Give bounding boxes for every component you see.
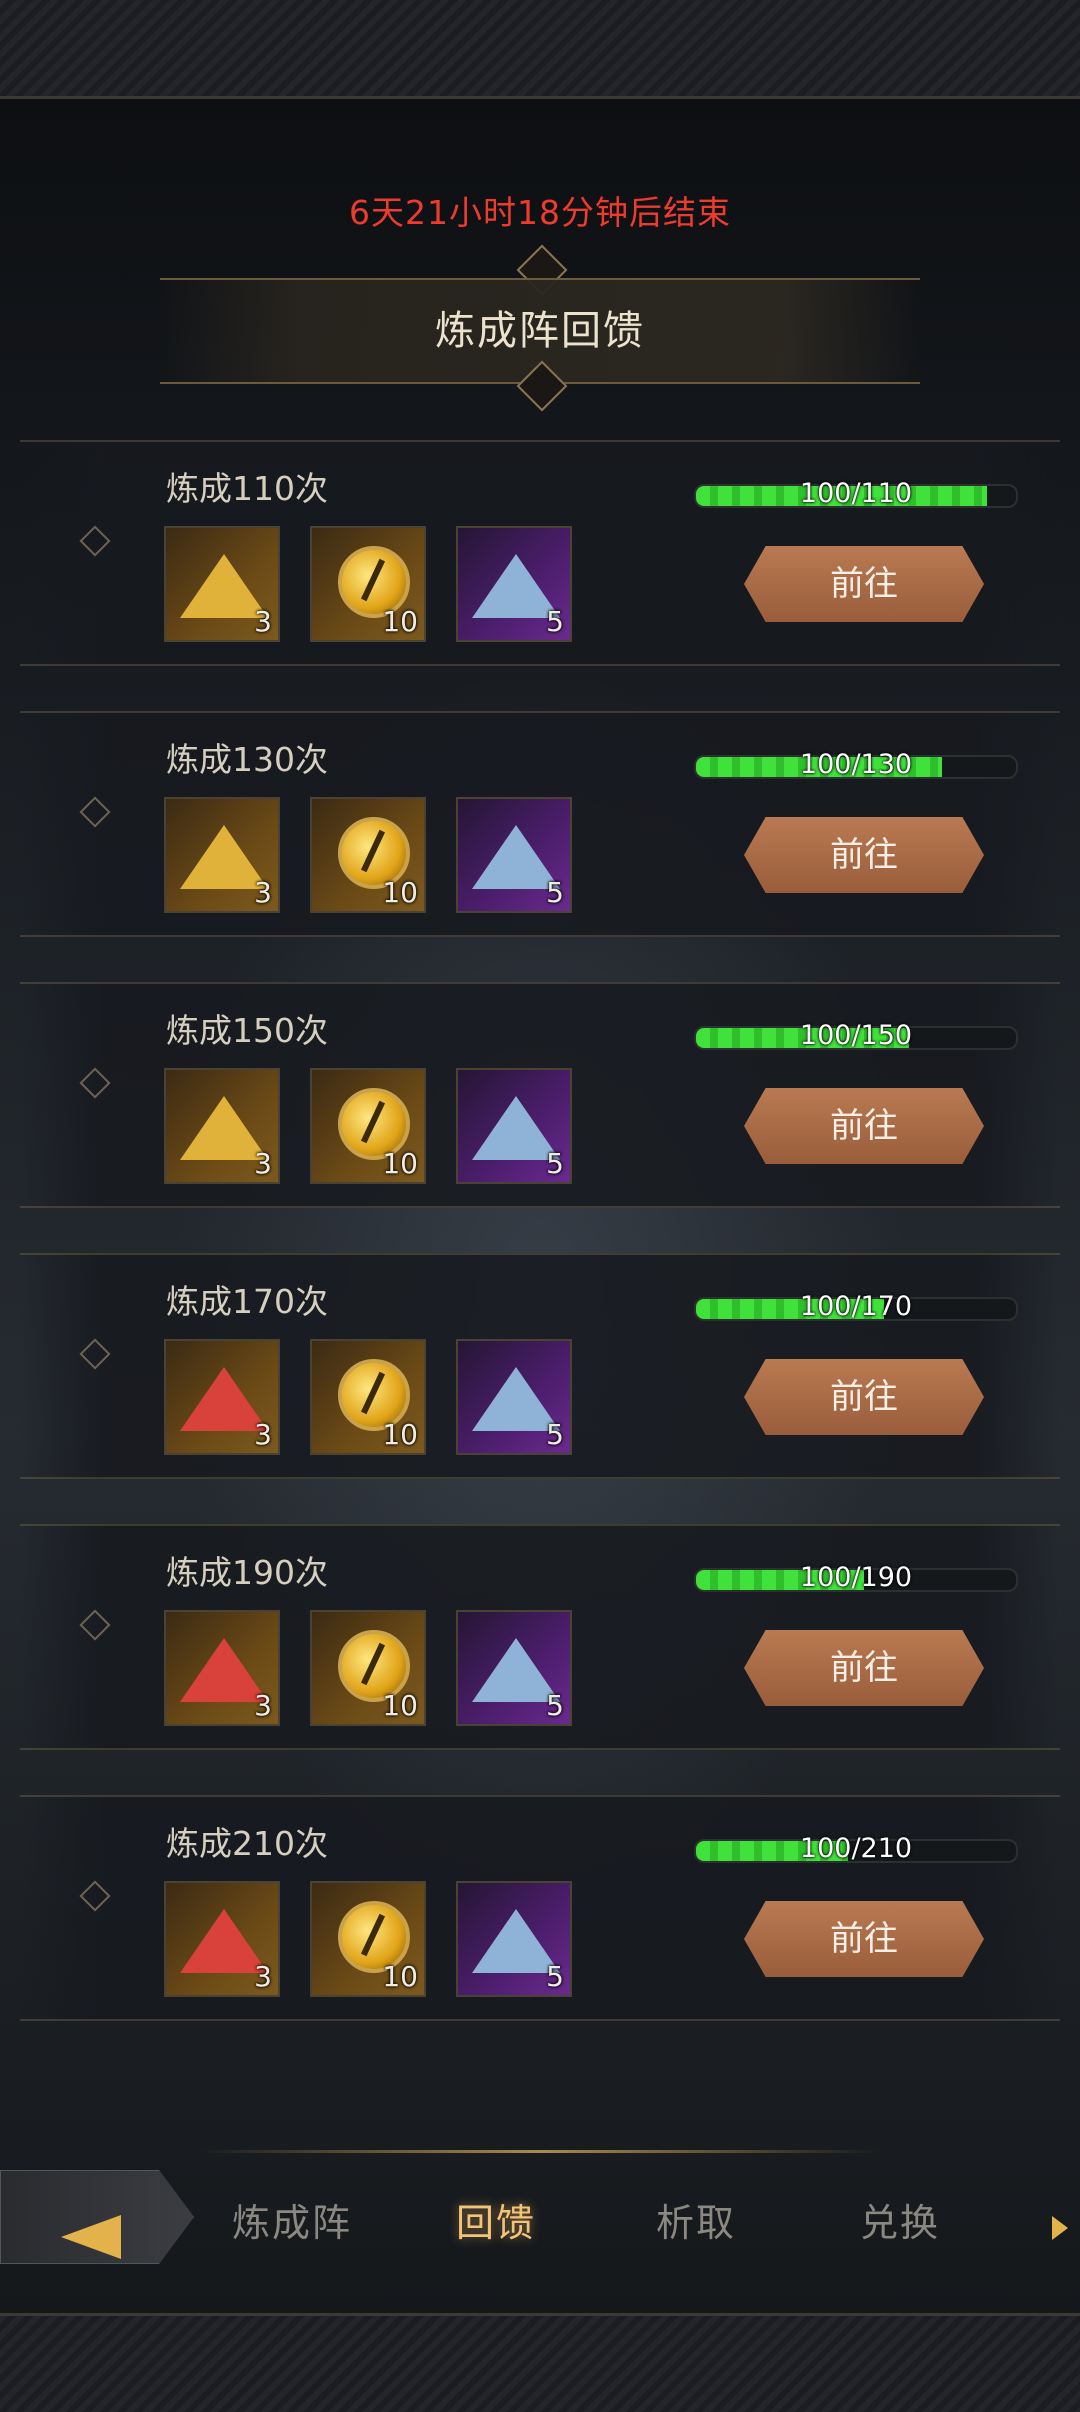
go-button[interactable]: 前往 bbox=[744, 817, 984, 893]
reward-item[interactable]: 5 bbox=[456, 1610, 572, 1726]
reward-item[interactable]: 5 bbox=[456, 1881, 572, 1997]
reward-quantity: 10 bbox=[382, 1960, 418, 1993]
reward-quantity: 10 bbox=[382, 876, 418, 909]
task-title: 炼成110次 bbox=[166, 469, 328, 508]
task-row: 炼成150次 3 10 5 100/150 前往 bbox=[20, 982, 1060, 1208]
reward-item[interactable]: 3 bbox=[164, 1610, 280, 1726]
event-countdown: 6天21小时18分钟后结束 bbox=[349, 193, 731, 232]
reward-item[interactable]: 10 bbox=[310, 797, 426, 913]
tab-feedback[interactable]: 回馈 bbox=[456, 2192, 536, 2247]
task-title: 炼成170次 bbox=[166, 1282, 328, 1321]
reward-item[interactable]: 10 bbox=[310, 1068, 426, 1184]
reward-item[interactable]: 10 bbox=[310, 1339, 426, 1455]
tab-exchange[interactable]: 兑换 bbox=[860, 2192, 940, 2247]
reward-item[interactable]: 10 bbox=[310, 1881, 426, 1997]
reward-item[interactable]: 10 bbox=[310, 1610, 426, 1726]
task-title: 炼成210次 bbox=[166, 1824, 328, 1863]
reward-quantity: 3 bbox=[254, 605, 272, 638]
reward-quantity: 10 bbox=[382, 1689, 418, 1722]
reward-quantity: 3 bbox=[254, 1147, 272, 1180]
tab-refine-array[interactable]: 炼成阵 bbox=[232, 2192, 352, 2247]
reward-quantity: 10 bbox=[382, 1418, 418, 1451]
task-title: 炼成130次 bbox=[166, 740, 328, 779]
go-button[interactable]: 前往 bbox=[744, 1088, 984, 1164]
reward-quantity: 5 bbox=[546, 1689, 564, 1722]
task-row: 炼成110次 3 10 5 100/110 前往 bbox=[20, 440, 1060, 666]
progress-text: 100/170 bbox=[799, 1291, 913, 1322]
reward-quantity: 3 bbox=[254, 876, 272, 909]
task-title: 炼成190次 bbox=[166, 1553, 328, 1592]
bottom-ornament-frame bbox=[0, 2313, 1080, 2412]
reward-quantity: 10 bbox=[382, 1147, 418, 1180]
diamond-marker-icon bbox=[79, 1338, 111, 1370]
progress-text: 100/130 bbox=[799, 749, 913, 780]
reward-item[interactable]: 3 bbox=[164, 526, 280, 642]
reward-item[interactable]: 3 bbox=[164, 1339, 280, 1455]
reward-quantity: 3 bbox=[254, 1960, 272, 1993]
diamond-marker-icon bbox=[79, 796, 111, 828]
reward-item[interactable]: 5 bbox=[456, 1339, 572, 1455]
diamond-marker-icon bbox=[79, 525, 111, 557]
bottom-nav: 炼成阵 回馈 析取 兑换 bbox=[0, 2150, 1080, 2290]
reward-item[interactable]: 10 bbox=[310, 526, 426, 642]
reward-quantity: 3 bbox=[254, 1689, 272, 1722]
reward-item[interactable]: 5 bbox=[456, 797, 572, 913]
reward-quantity: 5 bbox=[546, 876, 564, 909]
reward-item[interactable]: 5 bbox=[456, 1068, 572, 1184]
diamond-marker-icon bbox=[79, 1067, 111, 1099]
back-arrow-icon bbox=[61, 2215, 121, 2259]
go-button[interactable]: 前往 bbox=[744, 1630, 984, 1706]
reward-item[interactable]: 3 bbox=[164, 1881, 280, 1997]
nav-divider bbox=[200, 2150, 880, 2153]
reward-quantity: 3 bbox=[254, 1418, 272, 1451]
progress-text: 100/190 bbox=[799, 1562, 913, 1593]
progress-text: 100/210 bbox=[799, 1833, 913, 1864]
task-row: 炼成170次 3 10 5 100/170 前往 bbox=[20, 1253, 1060, 1479]
go-button[interactable]: 前往 bbox=[744, 1901, 984, 1977]
task-row: 炼成190次 3 10 5 100/190 前往 bbox=[20, 1524, 1060, 1750]
reward-quantity: 5 bbox=[546, 605, 564, 638]
reward-item[interactable]: 5 bbox=[456, 526, 572, 642]
event-title: 炼成阵回馈 bbox=[435, 308, 645, 354]
reward-quantity: 5 bbox=[546, 1418, 564, 1451]
back-button[interactable] bbox=[0, 2170, 194, 2264]
reward-item[interactable]: 3 bbox=[164, 1068, 280, 1184]
task-title: 炼成150次 bbox=[166, 1011, 328, 1050]
go-button[interactable]: 前往 bbox=[744, 546, 984, 622]
reward-quantity: 10 bbox=[382, 605, 418, 638]
diamond-marker-icon bbox=[79, 1609, 111, 1641]
task-row: 炼成210次 3 10 5 100/210 前往 bbox=[20, 1795, 1060, 2021]
reward-item[interactable]: 3 bbox=[164, 797, 280, 913]
go-button[interactable]: 前往 bbox=[744, 1359, 984, 1435]
progress-text: 100/150 bbox=[799, 1020, 913, 1051]
progress-text: 100/110 bbox=[799, 478, 913, 509]
top-ornament-frame bbox=[0, 0, 1080, 99]
tab-extract[interactable]: 析取 bbox=[656, 2192, 736, 2247]
reward-quantity: 5 bbox=[546, 1147, 564, 1180]
chevron-right-icon[interactable] bbox=[1052, 2216, 1068, 2240]
diamond-marker-icon bbox=[79, 1880, 111, 1912]
reward-quantity: 5 bbox=[546, 1960, 564, 1993]
task-row: 炼成130次 3 10 5 100/130 前往 bbox=[20, 711, 1060, 937]
